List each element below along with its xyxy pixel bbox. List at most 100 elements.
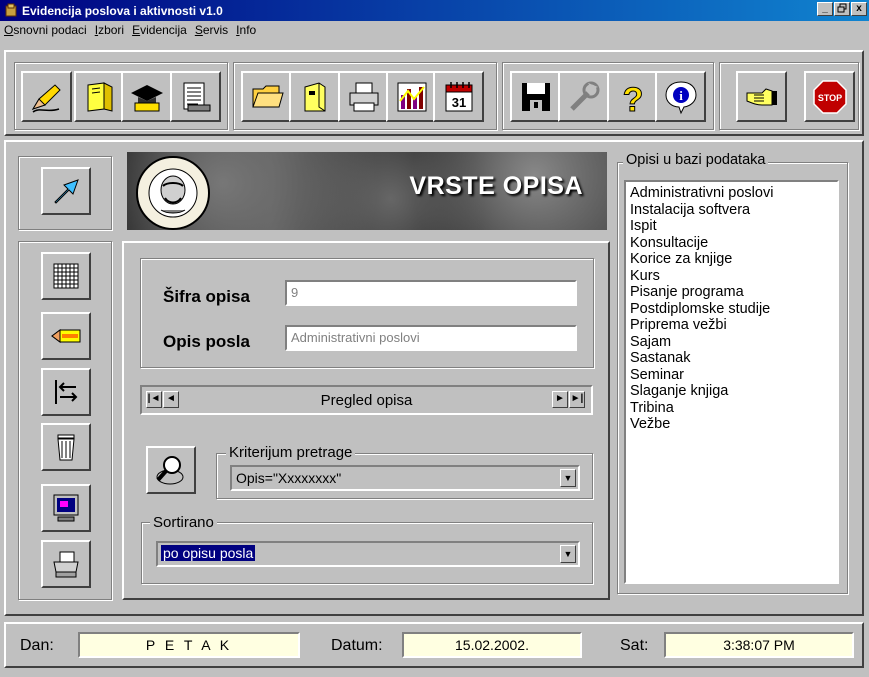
exit-hand-icon [746, 87, 777, 105]
go-button[interactable] [41, 167, 91, 215]
stop-label: STOP [817, 93, 841, 103]
time-label: Sat: [620, 637, 649, 654]
display-button[interactable] [41, 484, 91, 532]
save-button[interactable] [510, 71, 561, 122]
help-button[interactable]: ? [607, 71, 658, 122]
education-button[interactable] [121, 71, 172, 122]
first-record-button[interactable]: |◄ [146, 391, 162, 408]
menu-label: ervis [202, 23, 229, 37]
list-item[interactable]: Pisanje programa [630, 284, 833, 301]
list-item[interactable]: Sastanak [630, 350, 833, 367]
chart-icon [397, 82, 426, 111]
svg-text:i: i [679, 88, 683, 103]
info-button[interactable]: i [655, 71, 706, 122]
graduation-cap-icon [130, 84, 163, 111]
print-button[interactable] [338, 71, 389, 122]
pencil-add-icon [51, 329, 81, 343]
menu-label: nfo [239, 23, 257, 37]
banner: VRSTE OPISA [127, 152, 607, 230]
sifra-opisa-label: Šifra opisa [163, 287, 250, 306]
menu-info[interactable]: Info [232, 21, 260, 40]
chart-button[interactable] [386, 71, 437, 122]
report-icon [183, 82, 210, 111]
help-icon: ? [622, 80, 644, 115]
svg-text:?: ? [622, 81, 643, 115]
list-item[interactable]: Sajam [630, 334, 833, 351]
sort-value: po opisu posla [161, 545, 256, 561]
menu-servis[interactable]: Servis [191, 21, 232, 40]
maximize-button[interactable] [834, 2, 850, 16]
navigator-label: Pregled opisa [320, 392, 413, 409]
magnifier-icon [156, 456, 184, 485]
opis-posla-label: Opis posla [163, 332, 250, 351]
delete-button[interactable] [41, 423, 91, 471]
search-criteria-select[interactable]: Opis="Xxxxxxxx" ▼ [230, 465, 580, 491]
calendar-icon: 31 [445, 81, 472, 111]
menu-evidencija[interactable]: Evidencija [128, 21, 191, 40]
menu-mnemonic: O [4, 23, 14, 37]
descriptions-list[interactable]: Administrativni poslovi Instalacija soft… [624, 180, 839, 584]
title-bar: Evidencija poslova i aktivnosti v1.0 _ x [0, 0, 869, 21]
last-record-button[interactable]: ►| [569, 391, 585, 408]
sifra-opisa-field[interactable]: 9 [285, 280, 577, 306]
list-item[interactable]: Slaganje knjiga [630, 383, 833, 400]
monitor-icon [53, 494, 79, 522]
restore-icon [837, 3, 847, 13]
print-list-button[interactable] [41, 540, 91, 588]
list-item[interactable]: Kurs [630, 268, 833, 285]
list-item[interactable]: Seminar [630, 367, 833, 384]
next-record-button[interactable]: ► [552, 391, 568, 408]
list-item[interactable]: Vežbe [630, 416, 833, 433]
swap-button[interactable] [41, 368, 91, 416]
edit-button[interactable] [21, 71, 72, 122]
chevron-down-icon[interactable]: ▼ [560, 469, 576, 487]
day-label: Dan: [20, 637, 54, 654]
menu-label: videncija [140, 23, 187, 37]
list-item[interactable]: Administrativni poslovi [630, 185, 833, 202]
archive-button[interactable] [289, 71, 340, 122]
arrow-icon [54, 179, 79, 204]
date-label: Datum: [331, 637, 383, 654]
list-item[interactable]: Tribina [630, 400, 833, 417]
table-view-button[interactable] [41, 252, 91, 300]
sort-title: Sortirano [150, 514, 217, 531]
close-button[interactable]: x [851, 2, 867, 16]
menu-mnemonic: S [194, 23, 203, 37]
search-button[interactable] [146, 446, 196, 494]
calendar-day-text: 31 [451, 95, 465, 110]
menu-label: zbori [98, 23, 125, 37]
trash-icon [57, 434, 75, 461]
list-item[interactable]: Instalacija softvera [630, 202, 833, 219]
prev-record-button[interactable]: ◄ [163, 391, 179, 408]
list-item[interactable]: Konsultacije [630, 235, 833, 252]
save-disk-icon [521, 82, 550, 111]
descriptions-list-title: Opisi u bazi podataka [623, 152, 769, 168]
book-icon [87, 81, 112, 112]
minimize-button[interactable]: _ [817, 2, 833, 16]
page-title: VRSTE OPISA [409, 172, 583, 200]
list-item[interactable]: Korice za knjige [630, 251, 833, 268]
book-button[interactable] [74, 71, 125, 122]
sort-select[interactable]: po opisu posla ▼ [156, 541, 580, 567]
add-button[interactable] [41, 312, 91, 360]
opis-posla-field[interactable]: Administrativni poslovi [285, 325, 577, 351]
record-navigator: Pregled opisa |◄ ◄ ► ►| [140, 385, 593, 415]
chevron-down-icon[interactable]: ▼ [560, 545, 576, 563]
info-icon: i [664, 80, 697, 114]
report-button[interactable] [170, 71, 221, 122]
exit-button[interactable] [736, 71, 787, 122]
app-icon [5, 3, 17, 17]
menu-osnovni-podaci[interactable]: Osnovni podaci [0, 21, 91, 40]
calendar-button[interactable]: 31 [433, 71, 484, 122]
stop-button[interactable]: STOP [804, 71, 855, 122]
list-item[interactable]: Postdiplomske studije [630, 301, 833, 318]
folder-button[interactable] [241, 71, 292, 122]
time-value: 3:38:07 PM [664, 632, 854, 658]
list-item[interactable]: Priprema vežbi [630, 317, 833, 334]
tools-button[interactable] [558, 71, 609, 122]
date-value: 15.02.2002. [402, 632, 582, 658]
stop-icon: STOP [812, 79, 847, 114]
list-item[interactable]: Ispit [630, 218, 833, 235]
menu-izbori[interactable]: Izbori [91, 21, 128, 40]
menu-bar: Osnovni podaci Izbori Evidencija Servis … [0, 21, 869, 40]
